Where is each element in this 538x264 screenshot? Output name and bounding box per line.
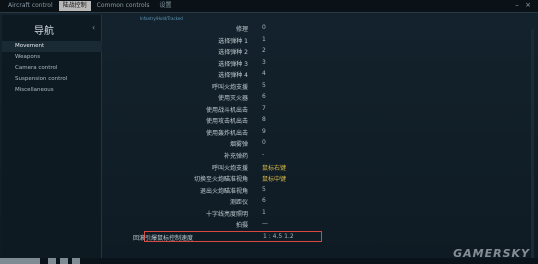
keybind-row[interactable]: 补充弹药 - xyxy=(130,150,390,162)
keybind-value[interactable]: 1 : 4.5 1.2 xyxy=(263,233,294,240)
sidebar-item-weapons[interactable]: Weapons xyxy=(2,52,102,63)
sidebar-title: 导航 xyxy=(34,26,54,37)
keybind-value[interactable]: 5 xyxy=(262,82,266,89)
keybind-row[interactable]: 十字线亮度照明 1 xyxy=(130,208,390,220)
keybind-row[interactable]: 呼叫火炮支援 鼠标右键 xyxy=(130,162,390,174)
keybind-row[interactable]: 使用轰炸机出击 9 xyxy=(130,127,390,139)
keybind-row[interactable]: 选择弹种 4 4 xyxy=(130,69,390,81)
keybind-value[interactable]: 7 xyxy=(262,105,266,112)
keybind-value[interactable]: 4 xyxy=(262,70,266,77)
keybind-row[interactable]: 烟雾弹 0 xyxy=(130,138,390,150)
scrollbar[interactable] xyxy=(531,29,534,259)
keybind-row[interactable]: 选择弹种 1 1 xyxy=(130,35,390,47)
keybind-label: 回滚引爆鼠标控制速度 xyxy=(132,234,193,242)
keybind-label: 选择弹种 1 xyxy=(218,37,248,45)
keybind-label: 十字线亮度照明 xyxy=(205,210,248,218)
sidebar-item-suspension-control[interactable]: Suspension control xyxy=(2,74,102,85)
keybind-label: 拍摄 xyxy=(235,222,248,230)
section-header: Infantry/Hold/Tracked xyxy=(140,16,183,21)
keybind-row[interactable]: 修理 0 xyxy=(130,23,390,35)
tab-settings[interactable]: 设置 xyxy=(156,1,176,11)
keybind-label: 选择弹种 3 xyxy=(218,60,248,68)
keybind-row[interactable]: 拍摄 — xyxy=(130,219,390,231)
keybind-value[interactable]: 1 xyxy=(262,209,266,216)
tab-common-controls[interactable]: Common controls xyxy=(93,1,154,11)
keybind-value[interactable]: - xyxy=(262,151,264,158)
bottom-button[interactable] xyxy=(72,258,80,264)
keybind-value[interactable]: 1 xyxy=(262,36,266,43)
keybind-value[interactable]: 鼠标右键 xyxy=(262,163,286,172)
keybind-label: 选择弹种 2 xyxy=(218,49,248,57)
keybind-value[interactable]: 3 xyxy=(262,59,266,66)
bottom-button[interactable] xyxy=(48,258,56,264)
keybind-value[interactable]: — xyxy=(262,220,268,227)
controls-panel: 导航 ‹ Movement Weapons Camera control Sus… xyxy=(0,12,538,259)
keybind-row-highlighted[interactable]: 回滚引爆鼠标控制速度 1 : 4.5 1.2 xyxy=(133,230,322,243)
keybind-row[interactable]: 选择弹种 3 3 xyxy=(130,58,390,70)
minus-icon[interactable]: – xyxy=(513,1,521,9)
keybind-label: 修理 xyxy=(235,26,248,33)
bottom-button[interactable] xyxy=(0,258,40,264)
tab-aircraft-control[interactable]: Aircraft control xyxy=(4,1,57,11)
keybind-label: 呼叫火炮支援 xyxy=(211,83,248,91)
keybind-value[interactable]: 6 xyxy=(262,93,266,100)
sidebar-item-camera-control[interactable]: Camera control xyxy=(2,63,102,74)
keybind-value[interactable]: 鼠标中键 xyxy=(262,174,286,183)
keybind-label: 测距仪 xyxy=(229,199,248,207)
keybind-row[interactable]: 切换至火炮瞄准视角 鼠标中键 xyxy=(130,173,390,185)
keybind-label: 呼叫火炮支援 xyxy=(211,164,248,172)
sidebar-item-miscellaneous[interactable]: Miscellaneous xyxy=(2,85,102,96)
keybind-row[interactable]: 使用攻击机出击 8 xyxy=(130,115,390,127)
keybind-label: 选择弹种 4 xyxy=(218,72,248,80)
close-icon[interactable]: × xyxy=(524,1,532,9)
keybind-value[interactable]: 8 xyxy=(262,116,266,123)
keybind-label: 补充弹药 xyxy=(223,153,248,161)
sidebar: 导航 ‹ Movement Weapons Camera control Sus… xyxy=(2,15,102,259)
keybind-label: 烟雾弹 xyxy=(229,141,248,149)
keybind-value[interactable]: 6 xyxy=(262,197,266,204)
keybind-label: 使用轰炸机出击 xyxy=(205,129,248,137)
tab-bar: Aircraft control 陆战控制 Common controls 设置… xyxy=(0,0,538,12)
keybind-label: 使用灭火器 xyxy=(217,95,248,103)
keybind-label: 切换至火炮瞄准视角 xyxy=(193,176,248,184)
keybind-value[interactable]: 0 xyxy=(262,24,266,31)
keybind-value[interactable]: 9 xyxy=(262,128,266,135)
sidebar-list: Movement Weapons Camera control Suspensi… xyxy=(2,41,102,96)
keybind-list: 修理 0 选择弹种 1 1 选择弹种 2 2 选择弹种 3 3 选择弹种 4 4 呼叫火炮… xyxy=(130,23,390,243)
keybind-row[interactable]: 测距仪 6 xyxy=(130,196,390,208)
keybind-value[interactable]: 0 xyxy=(262,139,266,146)
keybind-label: 使用战斗机出击 xyxy=(205,106,248,114)
keybind-label: 退出火炮瞄准视角 xyxy=(199,187,248,195)
bottom-button[interactable] xyxy=(60,258,68,264)
keybind-row[interactable]: 呼叫火炮支援 5 xyxy=(130,81,390,93)
watermark: GAMERSKY xyxy=(453,247,530,260)
keybind-value[interactable]: 2 xyxy=(262,47,266,54)
keybind-row[interactable]: 退出火炮瞄准视角 5 xyxy=(130,185,390,197)
sidebar-item-movement[interactable]: Movement xyxy=(2,41,102,52)
keybind-row[interactable]: 选择弹种 2 2 xyxy=(130,46,390,58)
chevron-left-icon[interactable]: ‹ xyxy=(92,23,95,32)
keybind-row[interactable]: 使用战斗机出击 7 xyxy=(130,104,390,116)
keybind-row[interactable]: 使用灭火器 6 xyxy=(130,92,390,104)
keybind-label: 使用攻击机出击 xyxy=(205,118,248,126)
tab-ground-control[interactable]: 陆战控制 xyxy=(58,1,91,11)
keybind-value[interactable]: 5 xyxy=(262,186,266,193)
